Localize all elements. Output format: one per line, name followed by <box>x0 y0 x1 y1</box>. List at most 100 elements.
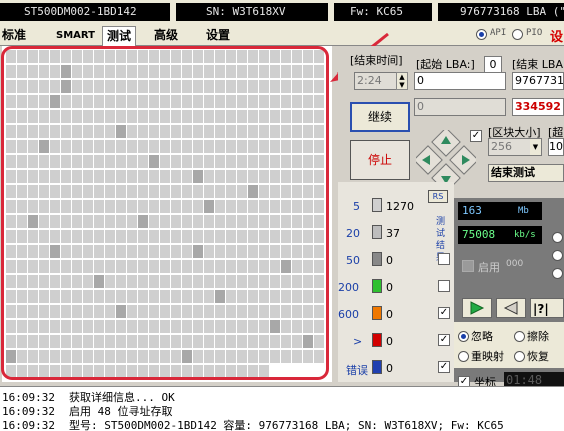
scan-block <box>149 320 159 333</box>
scan-block <box>237 230 247 243</box>
ignore-radio[interactable] <box>458 331 469 342</box>
scan-block <box>171 125 181 138</box>
direction-pad[interactable] <box>416 130 476 190</box>
scan-block <box>149 365 159 378</box>
rs-button[interactable]: RS <box>428 190 448 203</box>
scan-block <box>182 260 192 273</box>
drive-firmware: Fw: KC65 <box>334 3 432 21</box>
end-test-select[interactable]: 结束测试 <box>488 164 564 182</box>
scan-block <box>171 140 181 153</box>
scan-block <box>50 290 60 303</box>
scan-block <box>193 230 203 243</box>
enable-checkbox[interactable] <box>462 260 474 272</box>
scan-block <box>270 155 280 168</box>
scan-block <box>6 170 16 183</box>
option-ignore[interactable]: 忽略 <box>458 328 493 344</box>
scan-block <box>270 365 280 378</box>
scan-block <box>259 110 269 123</box>
tab-advanced[interactable]: 高级 <box>154 26 178 46</box>
scan-block <box>105 350 115 363</box>
legend-checkbox[interactable] <box>438 280 450 292</box>
scan-block <box>215 95 225 108</box>
legend-color-box <box>372 360 382 374</box>
option-remap[interactable]: 重映射 <box>458 348 504 364</box>
scan-block <box>237 125 247 138</box>
legend-count: 0 <box>386 335 393 348</box>
scan-block <box>226 305 236 318</box>
scan-block <box>292 350 302 363</box>
timeout-field[interactable]: 100 <box>548 138 564 156</box>
scan-block <box>281 185 291 198</box>
back-button[interactable] <box>496 298 526 318</box>
scan-block <box>116 305 126 318</box>
tab-settings[interactable]: 设置 <box>206 26 230 46</box>
scan-block <box>83 140 93 153</box>
speed-radio-2[interactable] <box>552 250 563 261</box>
play-button[interactable] <box>462 298 492 318</box>
scan-block <box>314 275 324 288</box>
skip-button[interactable]: |?| <box>530 298 564 318</box>
scan-block <box>94 200 104 213</box>
scan-block <box>226 65 236 78</box>
scan-block <box>50 80 60 93</box>
tab-smart[interactable]: SMART <box>56 26 95 46</box>
scan-block <box>160 365 170 378</box>
scan-block <box>83 65 93 78</box>
scan-block <box>292 260 302 273</box>
scan-block <box>237 350 247 363</box>
option-erase[interactable]: 擦除 <box>514 328 549 344</box>
chevron-down-icon[interactable]: ▼ <box>530 139 541 155</box>
speed-radio-3[interactable] <box>552 268 563 279</box>
scan-block <box>61 50 71 63</box>
scan-block <box>105 155 115 168</box>
option-restore[interactable]: 恢复 <box>514 348 549 364</box>
end-lba-field[interactable]: 97677316 <box>512 72 564 90</box>
scan-block <box>17 95 27 108</box>
scan-block <box>72 155 82 168</box>
scan-block <box>94 65 104 78</box>
scan-block <box>193 350 203 363</box>
scan-block <box>6 50 16 63</box>
scan-block <box>83 155 93 168</box>
scan-block <box>50 140 60 153</box>
scan-block <box>215 50 225 63</box>
pio-radio[interactable] <box>512 29 523 40</box>
scan-block <box>72 140 82 153</box>
scan-block <box>171 320 181 333</box>
legend-checkbox[interactable]: ✓ <box>438 361 450 373</box>
start-lba-field[interactable]: 0 <box>414 72 506 90</box>
tab-standard[interactable]: 标准 <box>2 26 26 46</box>
scan-block <box>204 80 214 93</box>
remap-radio[interactable] <box>458 351 469 362</box>
scan-block <box>61 170 71 183</box>
scan-block <box>248 170 258 183</box>
scan-block <box>94 185 104 198</box>
scan-block <box>270 215 280 228</box>
scan-block <box>6 200 16 213</box>
legend-checkbox[interactable]: ✓ <box>438 307 450 319</box>
legend-checkbox[interactable]: ✓ <box>438 334 450 346</box>
settings-shortcut[interactable]: 设 <box>550 26 563 45</box>
speed-display: 163 Mb <box>458 202 542 220</box>
stop-button[interactable]: 停止 <box>350 140 410 180</box>
scan-block <box>127 95 137 108</box>
api-radio[interactable] <box>476 29 487 40</box>
scan-block <box>116 260 126 273</box>
continue-button[interactable]: 继续 <box>350 102 410 132</box>
erase-radio[interactable] <box>514 331 525 342</box>
scan-block <box>215 320 225 333</box>
scan-block <box>83 95 93 108</box>
scan-block <box>61 365 71 378</box>
legend-color-box <box>372 306 382 320</box>
end-time-spinner[interactable]: ▲ ▼ <box>396 72 408 90</box>
scan-block <box>292 290 302 303</box>
speed-radio-1[interactable] <box>552 232 563 243</box>
tab-test[interactable]: 测试 <box>102 26 137 46</box>
enable-label: 启用 <box>478 261 500 274</box>
scan-block <box>72 365 82 378</box>
scan-block <box>105 110 115 123</box>
scan-block <box>61 350 71 363</box>
legend-checkbox[interactable] <box>438 253 450 265</box>
scan-block <box>39 125 49 138</box>
restore-radio[interactable] <box>514 351 525 362</box>
